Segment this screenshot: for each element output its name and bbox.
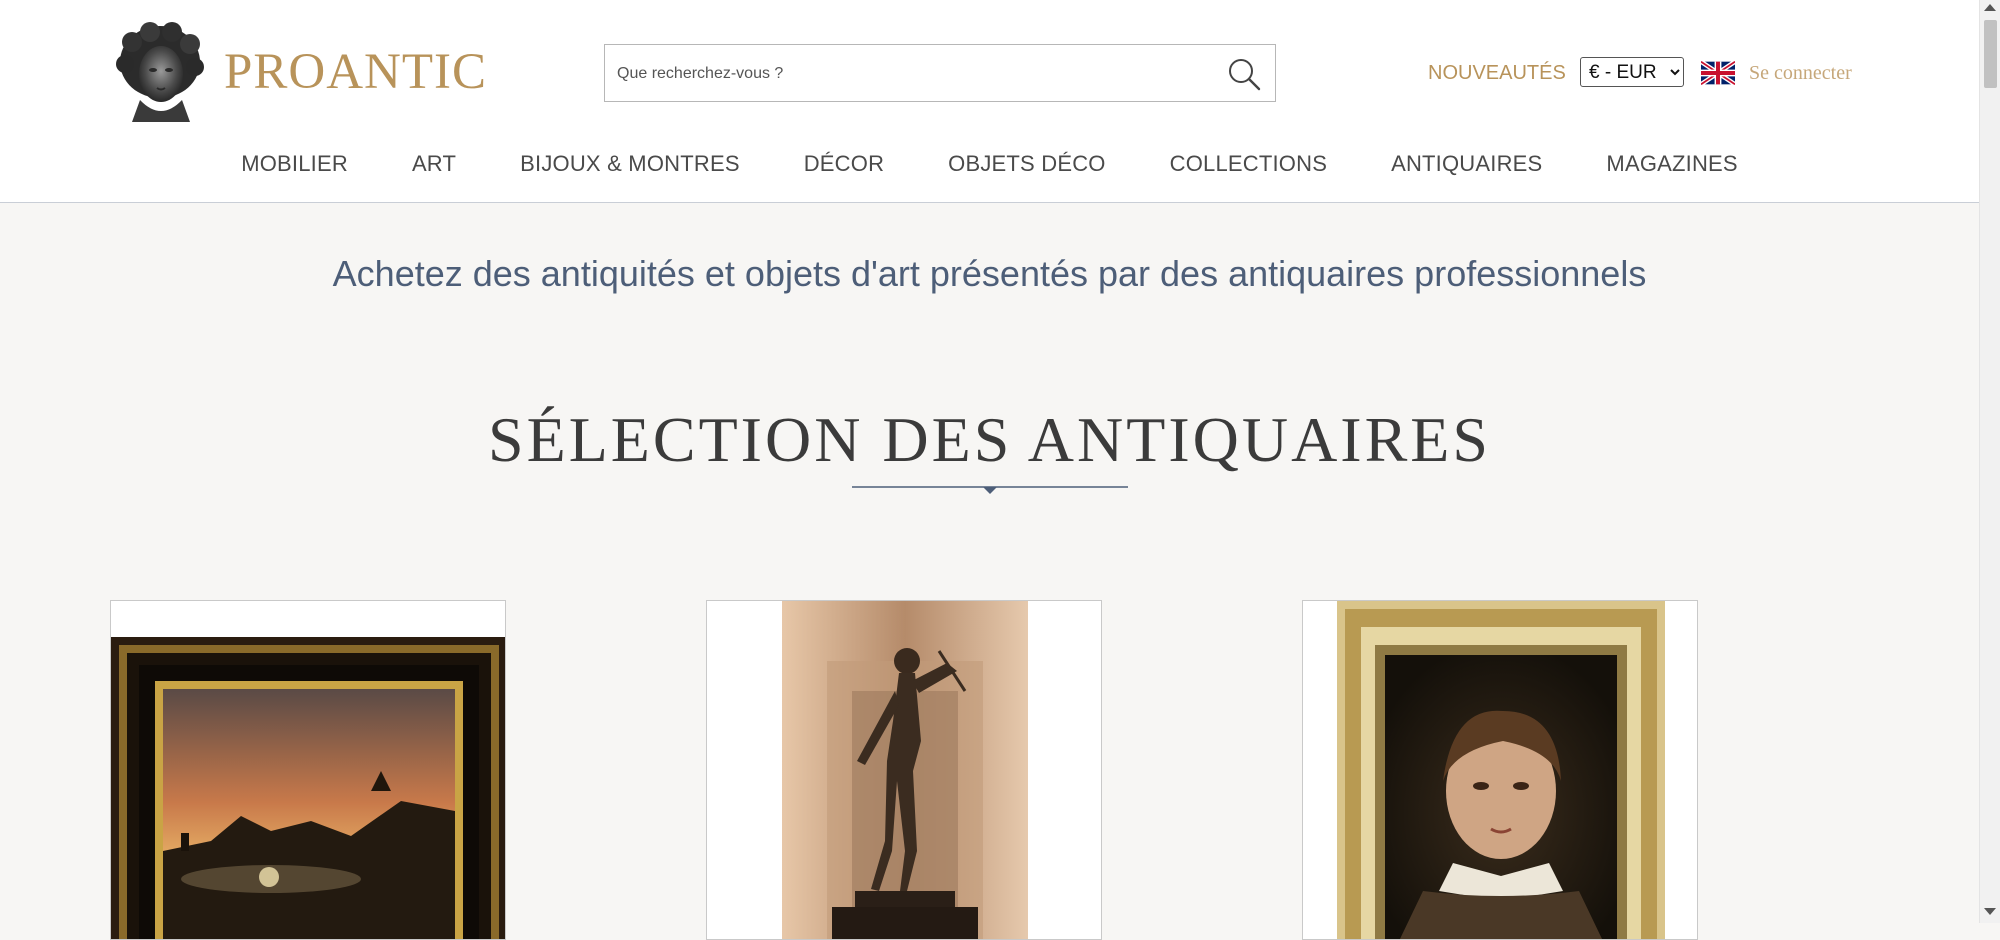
nav-item-objets-deco[interactable]: OBJETS DÉCO [948, 142, 1105, 186]
logo-bust-icon[interactable] [110, 22, 212, 122]
login-link[interactable]: Se connecter [1749, 58, 1852, 88]
nav-item-art[interactable]: ART [412, 142, 456, 186]
portrait-painting-image [1337, 601, 1665, 939]
nav-item-decor[interactable]: DÉCOR [804, 142, 884, 186]
site-header: PROANTIC NOUVEAUTÉS € - EUR Se connecter… [0, 0, 1979, 203]
product-card-landscape[interactable] [110, 600, 506, 940]
scroll-down-icon[interactable] [1984, 908, 1996, 915]
scroll-up-icon[interactable] [1984, 4, 1996, 11]
section-title: SÉLECTION DES ANTIQUAIRES [488, 404, 1491, 475]
landscape-painting-image [111, 637, 505, 939]
search-input[interactable] [615, 53, 1209, 95]
nav-item-collections[interactable]: COLLECTIONS [1170, 142, 1327, 186]
nouveautes-link[interactable]: NOUVEAUTÉS [1428, 58, 1566, 88]
nav-item-bijoux-montres[interactable]: BIJOUX & MONTRES [520, 142, 740, 186]
uk-flag-icon[interactable] [1701, 61, 1735, 85]
main-nav: MOBILIER ART BIJOUX & MONTRES DÉCOR OBJE… [0, 142, 1979, 186]
logo-text[interactable]: PROANTIC [224, 42, 487, 102]
title-divider-icon [852, 486, 1128, 494]
nav-item-mobilier[interactable]: MOBILIER [241, 142, 348, 186]
page: PROANTIC NOUVEAUTÉS € - EUR Se connecter… [0, 0, 2000, 940]
page-scrollbar[interactable] [1979, 0, 2000, 923]
nav-item-magazines[interactable]: MAGAZINES [1606, 142, 1737, 186]
scroll-thumb[interactable] [1984, 20, 1997, 88]
currency-select[interactable]: € - EUR [1580, 57, 1684, 87]
search-icon[interactable] [1225, 55, 1263, 93]
search-box [604, 44, 1276, 102]
tagline: Achetez des antiquités et objets d'art p… [332, 253, 1647, 294]
nav-item-antiquaires[interactable]: ANTIQUAIRES [1391, 142, 1542, 186]
product-card-portrait[interactable] [1302, 600, 1698, 940]
bronze-sculpture-image [782, 601, 1028, 939]
product-card-sculpture[interactable] [706, 600, 1102, 940]
